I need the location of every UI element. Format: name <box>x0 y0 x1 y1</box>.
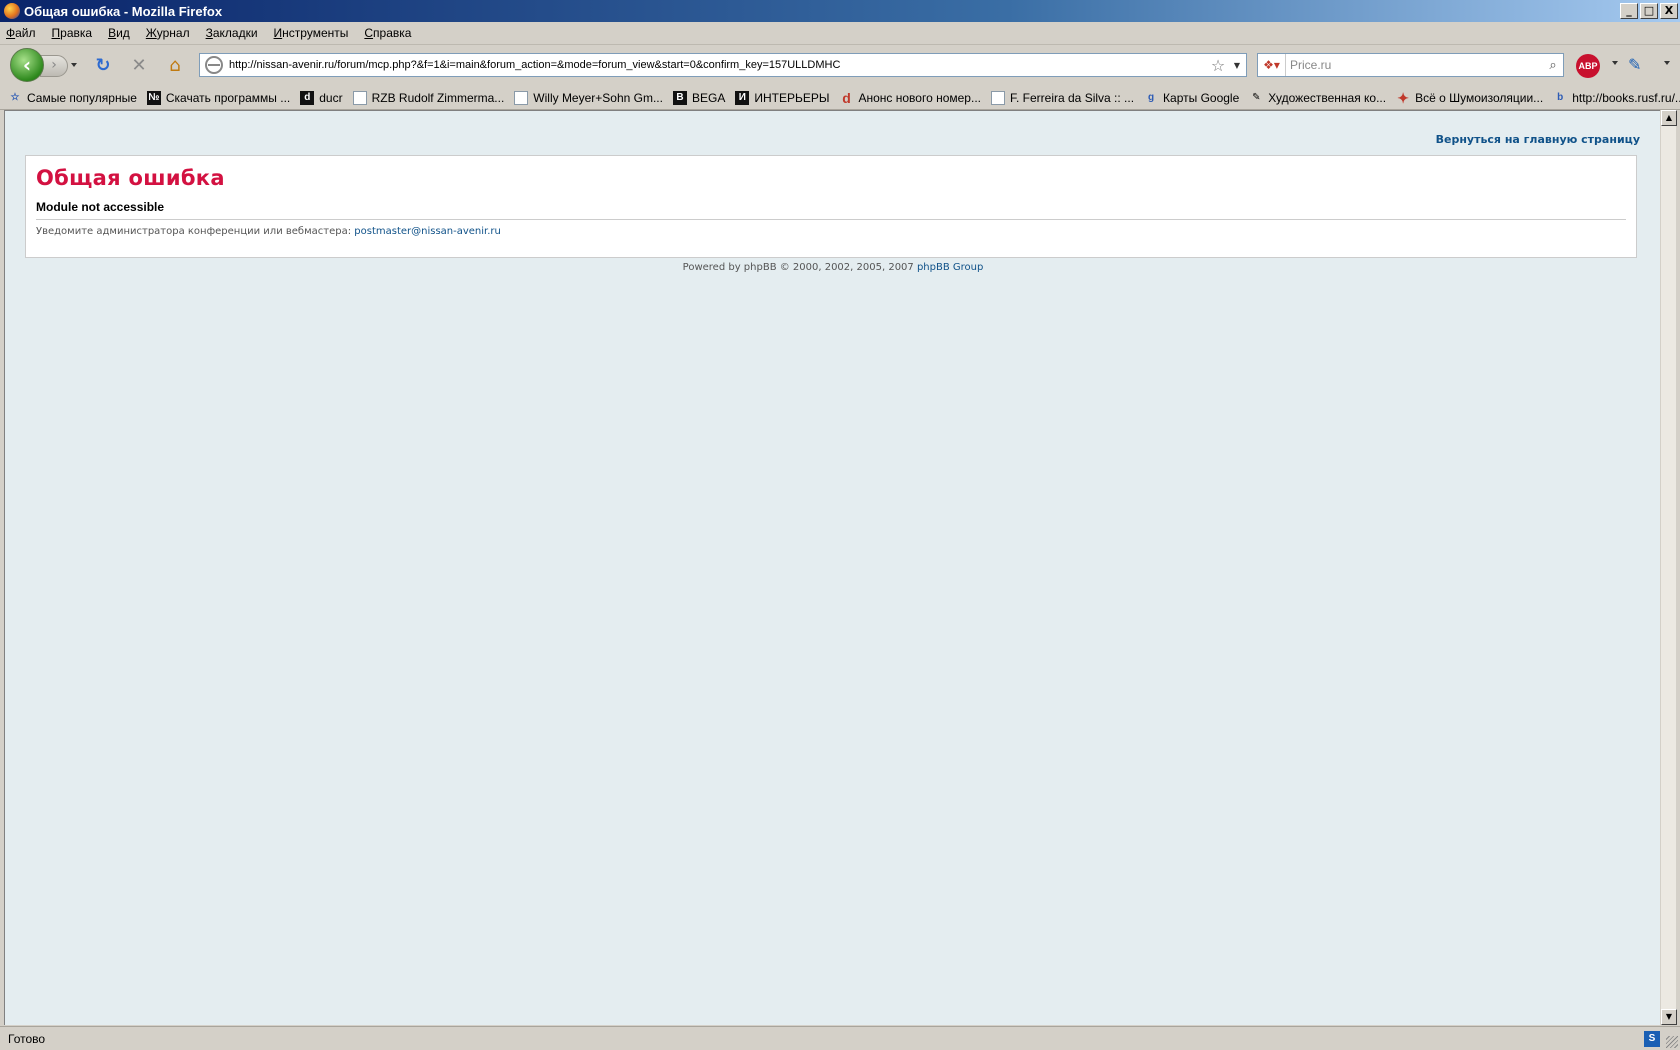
bookmark-label: Скачать программы ... <box>165 90 291 105</box>
bookmark-label: BEGA <box>691 90 726 105</box>
star-folder-icon: ☆ <box>10 91 20 103</box>
error-panel: Общая ошибка Module not accessible Уведо… <box>25 155 1637 258</box>
bookmark-label: Всё о Шумоизоляции... <box>1415 90 1544 105</box>
back-arrow-icon: ‹ <box>22 53 32 77</box>
bookmark-label: Художественная ко... <box>1268 90 1387 105</box>
powered-by-text: Powered by phpBB © 2000, 2002, 2005, 200… <box>682 262 917 273</box>
copyright-footer: Powered by phpBB © 2000, 2002, 2005, 200… <box>5 262 1661 273</box>
page-viewport: Вернуться на главную страницу Общая ошиб… <box>4 110 1660 1025</box>
back-to-index-link[interactable]: Вернуться на главную страницу <box>1436 133 1640 146</box>
bookmark-label: Willy Meyer+Sohn Gm... <box>533 90 663 105</box>
bookmark-item[interactable]: RZB Rudolf Zimmerma... <box>352 90 505 105</box>
forward-arrow-icon: › <box>51 57 57 73</box>
bookmark-item[interactable]: g Карты Google <box>1144 91 1239 105</box>
bookmarks-toolbar: ☆ Самые популярные № Скачать программы ...… <box>0 86 1680 110</box>
error-title: Общая ошибка <box>36 166 225 190</box>
home-icon[interactable]: ⌂ <box>164 55 186 77</box>
window-controls: _ □ X <box>1620 3 1678 19</box>
bookmark-item[interactable]: B BEGA <box>672 90 726 105</box>
google-icon: g <box>1147 91 1155 103</box>
window-title: Общая ошибка - Mozilla Firefox <box>24 3 223 19</box>
bookmark-label: F. Ferreira da Silva :: ... <box>1010 90 1135 105</box>
url-dropdown-icon[interactable]: ▼ <box>1228 61 1246 70</box>
menu-view[interactable]: Вид <box>108 26 130 40</box>
site-identity-icon[interactable] <box>205 56 223 74</box>
bookmark-item[interactable]: d Анонс нового номер... <box>839 91 981 105</box>
search-input[interactable] <box>1286 58 1543 72</box>
admin-notice: Уведомите администратора конференции или… <box>36 226 1626 237</box>
status-text: Готово <box>8 1031 46 1046</box>
bookmark-label: Анонс нового номер... <box>858 90 981 105</box>
bookmark-item[interactable]: ✦ Всё о Шумоизоляции... <box>1396 91 1543 105</box>
adblock-dropdown-icon[interactable] <box>1612 61 1618 65</box>
history-dropdown-icon[interactable] <box>71 63 77 67</box>
bookmark-item[interactable]: Willy Meyer+Sohn Gm... <box>514 90 663 105</box>
search-bar: ❖▾ ⌕ <box>1257 53 1564 77</box>
reload-icon[interactable]: ↻ <box>92 55 114 77</box>
maximize-button[interactable]: □ <box>1640 3 1658 19</box>
firefox-icon <box>4 3 20 19</box>
bookmark-item[interactable]: ✎ Художественная ко... <box>1249 91 1386 105</box>
close-button[interactable]: X <box>1660 3 1678 19</box>
bookmark-label: Самые популярные <box>27 90 137 105</box>
forward-button[interactable]: › <box>40 55 68 77</box>
address-bar[interactable]: http://nissan-avenir.ru/forum/mcp.php?&f… <box>199 53 1247 77</box>
back-button[interactable]: ‹ <box>10 48 44 82</box>
menu-tools[interactable]: Инструменты <box>274 26 349 40</box>
notes-icon[interactable]: ✎ <box>1628 55 1648 75</box>
search-engine-icon[interactable]: ❖▾ <box>1258 54 1286 76</box>
bookmark-label: http://books.rusf.ru/... <box>1572 90 1680 105</box>
resize-grip-icon[interactable] <box>1666 1036 1678 1048</box>
phpbb-group-link[interactable]: phpBB Group <box>917 262 983 273</box>
ducr-icon: d <box>300 90 315 105</box>
menu-history[interactable]: Журнал <box>146 26 190 40</box>
search-icon[interactable]: ⌕ <box>1543 58 1563 73</box>
bookmark-item[interactable]: d ducr <box>300 90 343 105</box>
page-icon <box>352 90 367 105</box>
menu-help[interactable]: Справка <box>364 26 411 40</box>
stop-icon[interactable]: ✕ <box>128 55 150 77</box>
bookmark-star-icon[interactable]: ☆ <box>1208 56 1228 75</box>
vertical-scrollbar[interactable]: ▲ ▼ <box>1660 110 1677 1025</box>
adblock-plus-icon[interactable]: ABP <box>1576 54 1600 78</box>
addon-status-icon[interactable]: S <box>1644 1031 1660 1047</box>
menu-bookmarks[interactable]: Закладки <box>206 26 258 40</box>
minimize-button[interactable]: _ <box>1620 3 1638 19</box>
bookmark-label: ИНТЕРЬЕРЫ <box>754 90 830 105</box>
number-icon: № <box>146 90 161 105</box>
bookmark-item[interactable]: b http://books.rusf.ru/... <box>1553 91 1680 105</box>
bookmark-item[interactable]: ☆ Самые популярные <box>8 91 137 105</box>
menu-file[interactable]: Файл <box>6 26 36 40</box>
bookmark-item[interactable]: № Скачать программы ... <box>146 90 291 105</box>
title-bar: Общая ошибка - Mozilla Firefox _ □ X <box>0 0 1680 22</box>
bookmark-item[interactable]: И ИНТЕРЬЕРЫ <box>735 90 830 105</box>
page-icon <box>514 90 529 105</box>
notes-dropdown-icon[interactable] <box>1664 61 1670 65</box>
scroll-up-icon[interactable]: ▲ <box>1661 110 1677 126</box>
books-icon: b <box>1557 91 1564 103</box>
bookmark-item[interactable]: F. Ferreira da Silva :: ... <box>991 90 1135 105</box>
status-bar: Готово S <box>0 1026 1680 1050</box>
notice-text: Уведомите администратора конференции или… <box>36 226 355 237</box>
scroll-down-icon[interactable]: ▼ <box>1661 1009 1677 1025</box>
bookmark-label: ducr <box>319 90 343 105</box>
interiors-icon: И <box>735 90 750 105</box>
bega-icon: B <box>672 90 687 105</box>
error-message: Module not accessible <box>36 200 1626 220</box>
bookmark-label: Карты Google <box>1163 90 1240 105</box>
menu-edit[interactable]: Правка <box>52 26 93 40</box>
postmaster-email-link[interactable]: postmaster@nissan-avenir.ru <box>354 226 501 237</box>
menu-bar: Файл Правка Вид Журнал Закладки Инструме… <box>0 22 1680 45</box>
url-input[interactable]: http://nissan-avenir.ru/forum/mcp.php?&f… <box>229 59 1208 71</box>
page-icon <box>991 90 1005 105</box>
art-icon: ✎ <box>1252 91 1261 103</box>
mitsubishi-icon: ✦ <box>1397 89 1409 106</box>
d-icon: d <box>842 89 851 106</box>
bookmark-label: RZB Rudolf Zimmerma... <box>371 90 505 105</box>
